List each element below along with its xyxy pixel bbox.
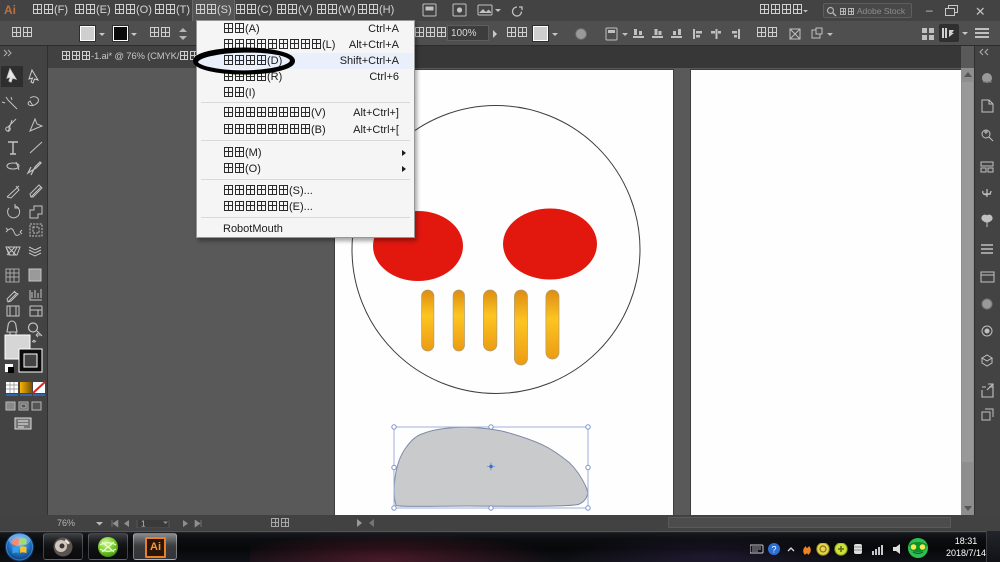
svg-text:1: 1 [141, 520, 146, 528]
svg-text:?: ? [772, 545, 777, 555]
